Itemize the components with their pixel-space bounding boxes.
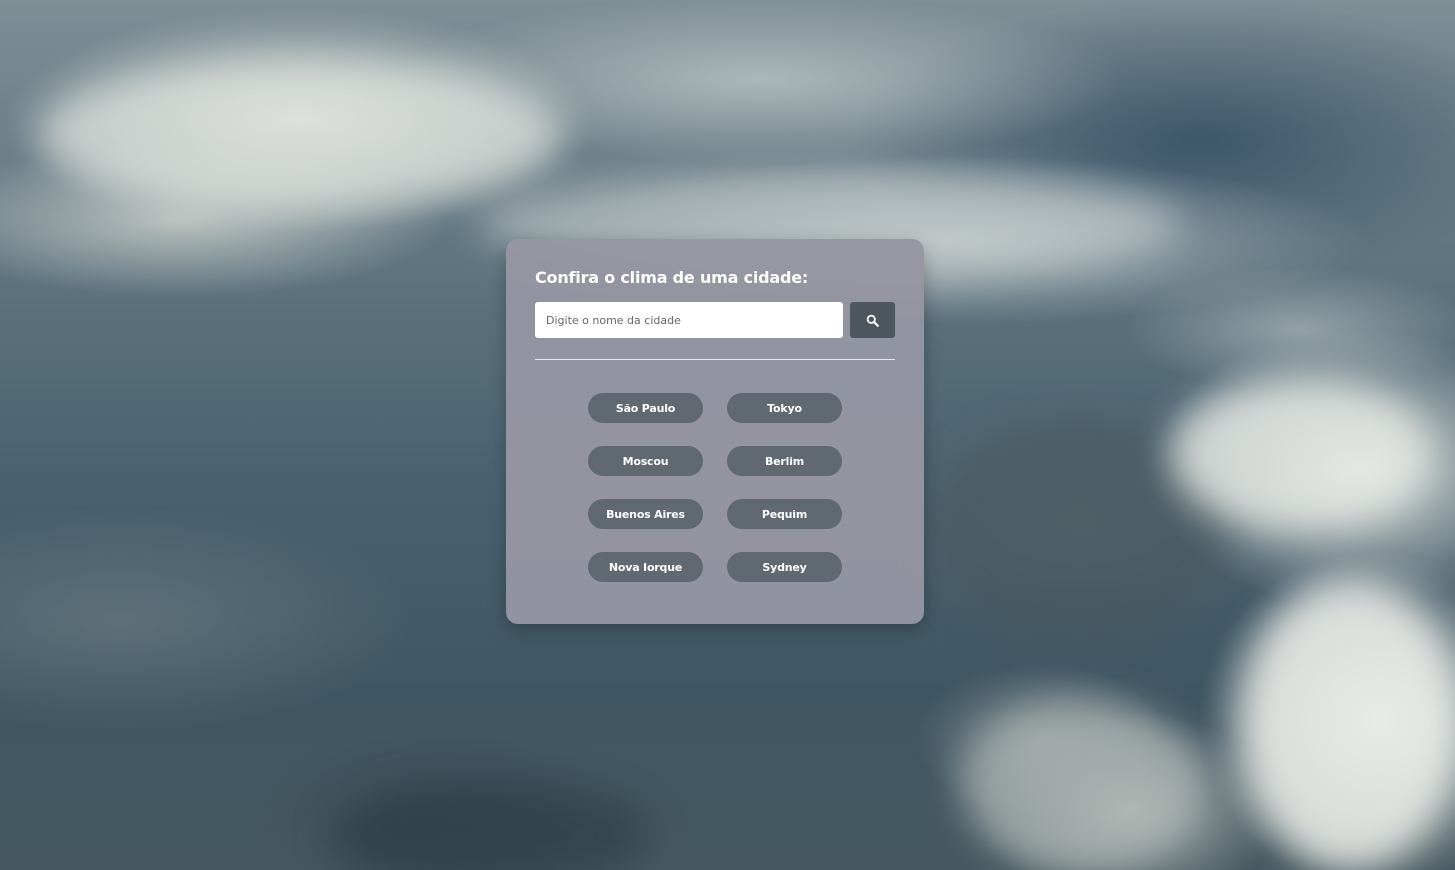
weather-search-card: Confira o clima de uma cidade: São Paulo… [506, 239, 924, 624]
city-button-sao-paulo[interactable]: São Paulo [588, 393, 703, 423]
city-button-buenos-aires[interactable]: Buenos Aires [588, 499, 703, 529]
city-button-berlim[interactable]: Berlim [727, 446, 842, 476]
search-button[interactable] [850, 302, 895, 338]
city-button-tokyo[interactable]: Tokyo [727, 393, 842, 423]
city-button-sydney[interactable]: Sydney [727, 552, 842, 582]
city-search-input[interactable] [535, 302, 843, 338]
city-buttons: São Paulo Tokyo Moscou Berlim Buenos Air… [535, 393, 895, 582]
city-button-moscou[interactable]: Moscou [588, 446, 703, 476]
city-button-nova-iorque[interactable]: Nova Iorque [588, 552, 703, 582]
search-icon [866, 314, 879, 327]
search-form [535, 302, 895, 338]
city-button-pequim[interactable]: Pequim [727, 499, 842, 529]
divider [535, 359, 895, 360]
card-title: Confira o clima de uma cidade: [535, 268, 809, 287]
